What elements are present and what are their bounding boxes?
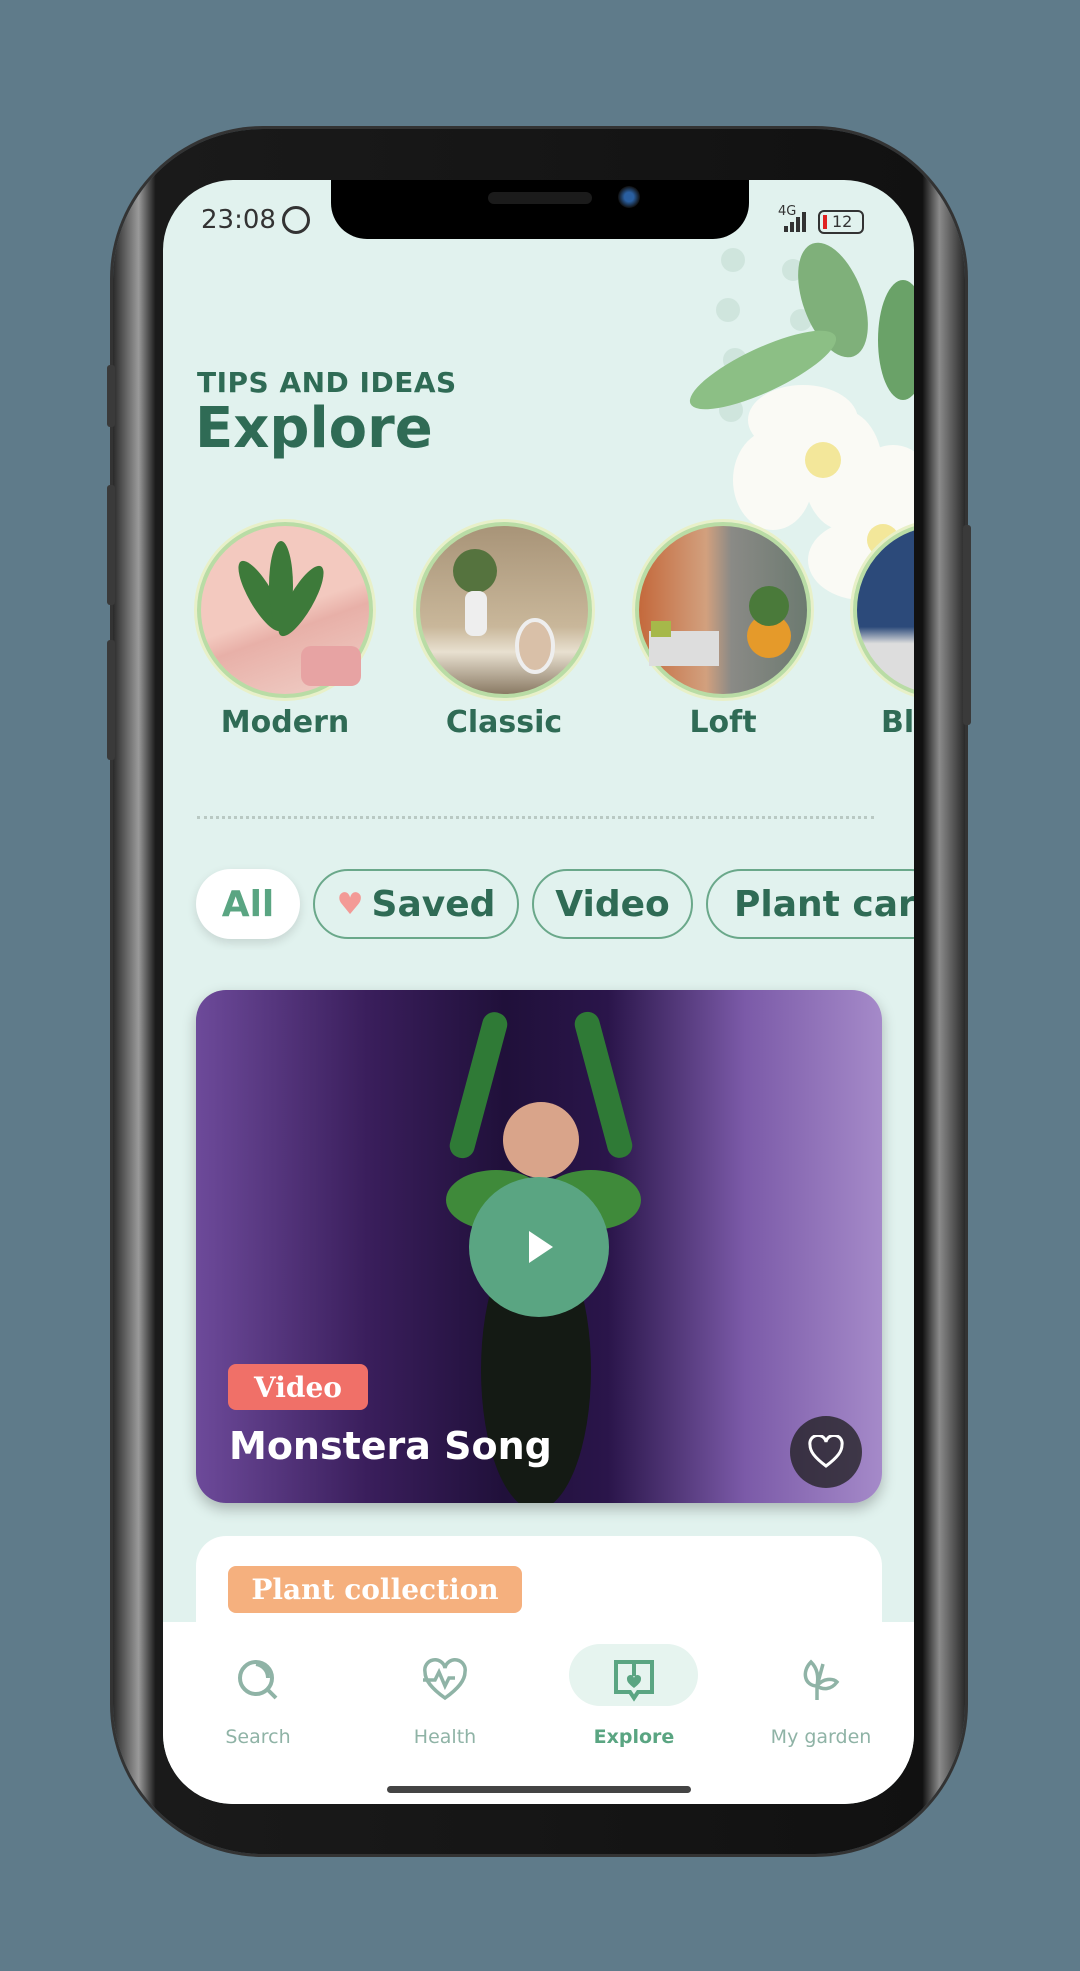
volume-down <box>107 640 115 760</box>
volume-up <box>107 485 115 605</box>
heart-icon: ♥ <box>336 886 364 922</box>
chip-label: Video <box>555 883 670 925</box>
nav-label: My garden <box>770 1726 872 1748</box>
filter-plant-care[interactable]: Plant care <box>706 869 914 939</box>
mute-switch <box>107 365 115 427</box>
category-label: Blue <box>881 705 914 740</box>
book-heart-icon <box>614 1660 654 1702</box>
nav-label: Health <box>413 1726 477 1748</box>
category-label: Classic <box>445 705 563 740</box>
category-label: Modern <box>220 705 350 740</box>
category-modern[interactable] <box>197 522 373 698</box>
page-subtitle: TIPS AND IDEAS <box>197 366 457 399</box>
signal-icon <box>784 212 806 232</box>
status-time: 23:08 <box>201 205 276 235</box>
play-button[interactable] <box>469 1177 609 1317</box>
battery-level: 12 <box>832 212 853 231</box>
camera <box>618 186 640 208</box>
sprout-icon <box>803 1659 840 1700</box>
battery-indicator: 12 <box>818 210 864 234</box>
speaker <box>488 192 592 204</box>
power-button <box>963 525 971 725</box>
heart-pulse-icon <box>423 1658 467 1701</box>
chip-label: All <box>221 883 275 925</box>
classic-room-image <box>453 549 555 674</box>
video-card[interactable]: Video Monstera Song <box>196 990 882 1503</box>
loft-room-image <box>649 586 791 666</box>
filter-video[interactable]: Video <box>532 869 693 939</box>
nav-label: Search <box>225 1726 291 1748</box>
home-indicator[interactable] <box>387 1786 691 1793</box>
nav-search[interactable]: Search <box>178 1650 338 1760</box>
chip-label: Plant care <box>734 883 914 925</box>
category-classic[interactable] <box>416 522 592 698</box>
search-icon <box>238 1660 278 1700</box>
category-label: Loft <box>689 705 757 740</box>
category-carousel: Modern Classic Loft Blue <box>163 500 914 760</box>
chip-label: Saved <box>371 883 496 925</box>
filter-saved[interactable]: ♥ Saved <box>313 869 519 939</box>
filter-all[interactable]: All <box>196 869 300 939</box>
nav-health[interactable]: Health <box>365 1650 525 1760</box>
page-title: Explore <box>195 396 433 461</box>
save-button[interactable] <box>790 1416 862 1488</box>
whatsapp-icon <box>282 206 310 234</box>
notch <box>331 180 749 239</box>
play-icon <box>529 1231 553 1263</box>
filter-chips: All ♥Saved Video Plant care <box>163 860 914 950</box>
video-badge: Video <box>228 1364 368 1410</box>
nav-label: Explore <box>593 1726 675 1748</box>
collection-badge: Plant collection <box>228 1566 522 1613</box>
plant-image <box>238 541 361 686</box>
category-loft[interactable] <box>635 522 811 698</box>
card-title: Monstera Song <box>229 1424 552 1468</box>
category-blue[interactable] <box>853 522 914 698</box>
divider <box>197 816 874 819</box>
nav-explore[interactable]: Explore <box>554 1650 714 1760</box>
heart-outline-icon <box>808 1435 844 1468</box>
nav-my-garden[interactable]: My garden <box>741 1650 901 1760</box>
